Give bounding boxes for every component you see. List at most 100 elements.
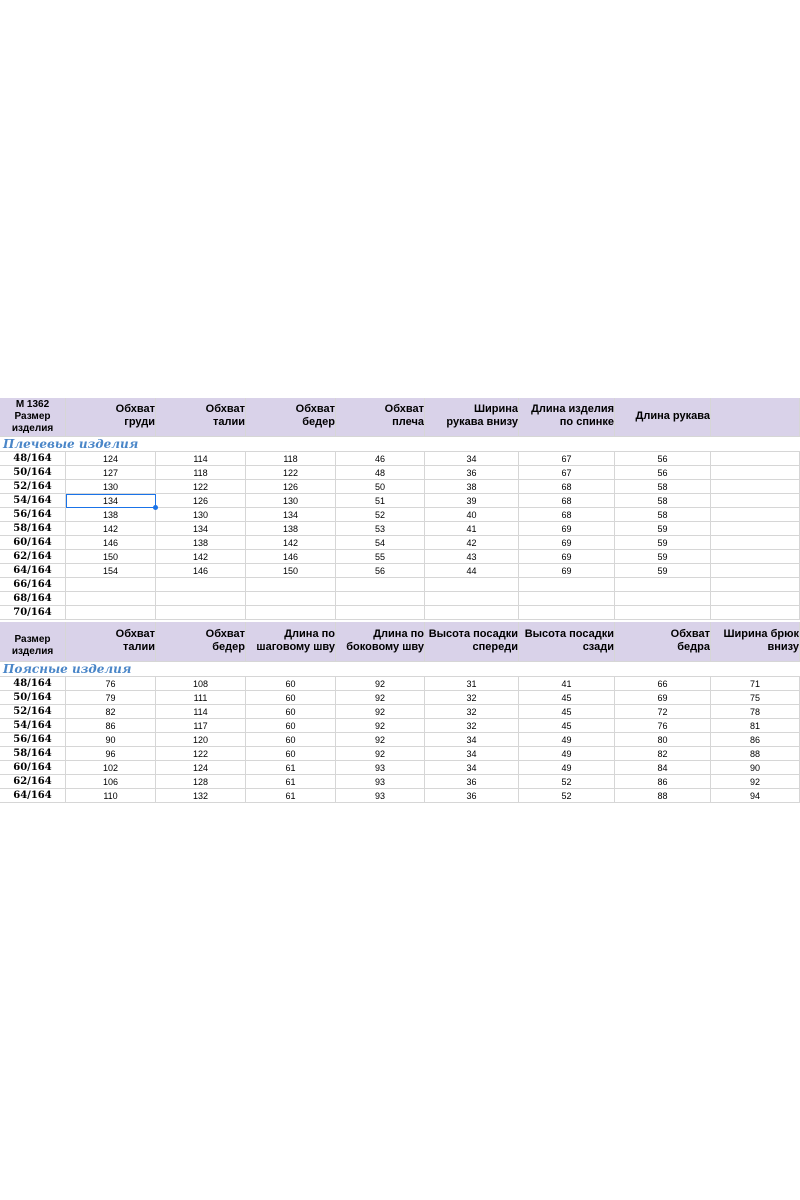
value-cell[interactable]: 138 bbox=[66, 508, 156, 522]
value-cell[interactable]: 49 bbox=[519, 761, 615, 775]
value-cell[interactable]: 128 bbox=[156, 775, 246, 789]
value-cell[interactable]: 69 bbox=[519, 564, 615, 578]
value-cell[interactable]: 134 bbox=[246, 508, 336, 522]
value-cell[interactable] bbox=[615, 606, 711, 620]
value-cell[interactable]: 61 bbox=[246, 761, 336, 775]
value-cell[interactable]: 88 bbox=[615, 789, 711, 803]
value-cell[interactable]: 110 bbox=[66, 789, 156, 803]
value-cell[interactable]: 78 bbox=[711, 705, 800, 719]
value-cell[interactable] bbox=[711, 578, 800, 592]
value-cell[interactable]: 59 bbox=[615, 550, 711, 564]
size-cell[interactable]: 70/164 bbox=[0, 606, 66, 620]
value-cell[interactable] bbox=[246, 606, 336, 620]
value-cell[interactable]: 142 bbox=[246, 536, 336, 550]
value-cell[interactable]: 75 bbox=[711, 691, 800, 705]
value-cell[interactable] bbox=[336, 592, 425, 606]
value-cell[interactable]: 132 bbox=[156, 789, 246, 803]
fill-handle[interactable] bbox=[153, 505, 158, 510]
value-cell[interactable]: 92 bbox=[336, 677, 425, 691]
value-cell[interactable]: 68 bbox=[519, 508, 615, 522]
value-cell[interactable]: 61 bbox=[246, 775, 336, 789]
value-cell[interactable]: 45 bbox=[519, 719, 615, 733]
value-cell[interactable]: 46 bbox=[336, 452, 425, 466]
value-cell[interactable] bbox=[156, 606, 246, 620]
value-cell[interactable] bbox=[711, 494, 800, 508]
size-cell[interactable]: 62/164 bbox=[0, 550, 66, 564]
value-cell[interactable]: 126 bbox=[246, 480, 336, 494]
value-cell[interactable]: 40 bbox=[425, 508, 519, 522]
value-cell[interactable] bbox=[336, 578, 425, 592]
value-cell[interactable]: 130 bbox=[66, 480, 156, 494]
value-cell[interactable]: 108 bbox=[156, 677, 246, 691]
value-cell[interactable]: 114 bbox=[156, 705, 246, 719]
value-cell[interactable] bbox=[711, 536, 800, 550]
value-cell[interactable]: 122 bbox=[246, 466, 336, 480]
value-cell[interactable] bbox=[425, 592, 519, 606]
value-cell[interactable]: 84 bbox=[615, 761, 711, 775]
value-cell[interactable]: 122 bbox=[156, 747, 246, 761]
value-cell[interactable]: 44 bbox=[425, 564, 519, 578]
value-cell[interactable]: 53 bbox=[336, 522, 425, 536]
value-cell[interactable]: 79 bbox=[66, 691, 156, 705]
size-cell[interactable]: 66/164 bbox=[0, 578, 66, 592]
value-cell[interactable]: 54 bbox=[336, 536, 425, 550]
value-cell[interactable]: 138 bbox=[246, 522, 336, 536]
value-cell[interactable]: 69 bbox=[519, 550, 615, 564]
value-cell[interactable]: 142 bbox=[66, 522, 156, 536]
value-cell[interactable] bbox=[711, 466, 800, 480]
value-cell[interactable] bbox=[615, 578, 711, 592]
value-cell[interactable]: 32 bbox=[425, 705, 519, 719]
value-cell[interactable] bbox=[156, 592, 246, 606]
value-cell[interactable]: 146 bbox=[156, 564, 246, 578]
size-cell[interactable]: 60/164 bbox=[0, 761, 66, 775]
value-cell[interactable]: 93 bbox=[336, 775, 425, 789]
value-cell[interactable]: 39 bbox=[425, 494, 519, 508]
size-cell[interactable]: 54/164 bbox=[0, 494, 66, 508]
value-cell[interactable]: 122 bbox=[156, 480, 246, 494]
value-cell[interactable]: 60 bbox=[246, 677, 336, 691]
value-cell[interactable]: 36 bbox=[425, 466, 519, 480]
size-cell[interactable]: 64/164 bbox=[0, 789, 66, 803]
value-cell[interactable]: 96 bbox=[66, 747, 156, 761]
size-cell[interactable]: 62/164 bbox=[0, 775, 66, 789]
size-cell[interactable]: 68/164 bbox=[0, 592, 66, 606]
value-cell[interactable]: 49 bbox=[519, 733, 615, 747]
value-cell[interactable] bbox=[711, 550, 800, 564]
value-cell[interactable] bbox=[519, 606, 615, 620]
value-cell[interactable]: 67 bbox=[519, 466, 615, 480]
value-cell[interactable]: 59 bbox=[615, 536, 711, 550]
value-cell[interactable]: 36 bbox=[425, 789, 519, 803]
value-cell[interactable] bbox=[246, 592, 336, 606]
value-cell[interactable]: 118 bbox=[246, 452, 336, 466]
value-cell[interactable] bbox=[615, 592, 711, 606]
value-cell[interactable]: 86 bbox=[711, 733, 800, 747]
value-cell[interactable]: 80 bbox=[615, 733, 711, 747]
value-cell[interactable]: 34 bbox=[425, 733, 519, 747]
value-cell[interactable]: 94 bbox=[711, 789, 800, 803]
value-cell[interactable]: 86 bbox=[66, 719, 156, 733]
value-cell[interactable]: 90 bbox=[711, 761, 800, 775]
value-cell[interactable]: 124 bbox=[156, 761, 246, 775]
value-cell[interactable] bbox=[519, 592, 615, 606]
value-cell[interactable] bbox=[156, 578, 246, 592]
value-cell[interactable] bbox=[66, 606, 156, 620]
value-cell[interactable]: 43 bbox=[425, 550, 519, 564]
value-cell[interactable]: 106 bbox=[66, 775, 156, 789]
value-cell[interactable] bbox=[519, 578, 615, 592]
value-cell[interactable]: 102 bbox=[66, 761, 156, 775]
value-cell[interactable]: 56 bbox=[615, 466, 711, 480]
value-cell[interactable]: 60 bbox=[246, 705, 336, 719]
value-cell[interactable]: 32 bbox=[425, 719, 519, 733]
value-cell[interactable]: 66 bbox=[615, 677, 711, 691]
value-cell[interactable]: 92 bbox=[336, 733, 425, 747]
value-cell[interactable]: 69 bbox=[519, 522, 615, 536]
value-cell[interactable]: 41 bbox=[425, 522, 519, 536]
selected-cell[interactable]: 134 bbox=[66, 494, 156, 508]
value-cell[interactable]: 72 bbox=[615, 705, 711, 719]
size-cell[interactable]: 50/164 bbox=[0, 466, 66, 480]
value-cell[interactable]: 45 bbox=[519, 691, 615, 705]
value-cell[interactable]: 146 bbox=[66, 536, 156, 550]
value-cell[interactable]: 34 bbox=[425, 747, 519, 761]
value-cell[interactable]: 68 bbox=[519, 480, 615, 494]
value-cell[interactable]: 38 bbox=[425, 480, 519, 494]
